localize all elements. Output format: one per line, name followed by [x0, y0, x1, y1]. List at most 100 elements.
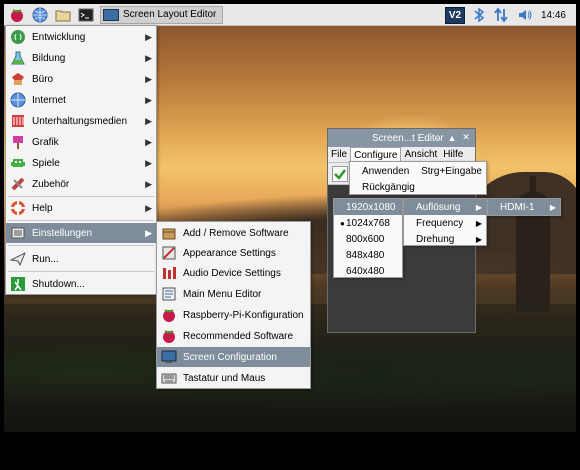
submenu-arrow-icon: ▶	[145, 52, 152, 63]
submenu-label: Drehung	[416, 233, 455, 245]
clock[interactable]: 14:46	[541, 10, 566, 21]
apply-menu-item[interactable]: Anwenden Strg+Eingabe	[350, 163, 486, 179]
resolution-option[interactable]: 848x480	[334, 247, 402, 263]
submenu-label: Frequency	[416, 217, 464, 229]
submenu-arrow-icon: ▶	[475, 234, 482, 244]
raspberry-icon	[163, 309, 175, 322]
volume-icon[interactable]	[517, 7, 533, 23]
minimize-icon[interactable]: –	[432, 131, 444, 144]
menu-item-help[interactable]: Help ▶	[6, 198, 156, 218]
terminal-launcher[interactable]	[76, 6, 96, 24]
close-icon[interactable]: ✕	[460, 131, 472, 144]
menu-item-einstellungen[interactable]: Einstellungen ▶	[6, 223, 156, 243]
resolution-option[interactable]: 800x600	[334, 231, 402, 247]
apply-label: Anwenden	[362, 165, 410, 177]
submenu-label: Auflösung	[416, 201, 461, 213]
pref-item-main-menu-editor[interactable]: Main Menu Editor	[157, 284, 310, 304]
undo-label: Rückgängig	[362, 181, 415, 193]
drehung-menu-item[interactable]: Drehung ▶	[404, 231, 486, 247]
monitor-icon	[161, 350, 177, 363]
window-titlebar[interactable]: Screen...t Editor – ▲ ✕	[328, 129, 475, 147]
pref-item-recommended-software[interactable]: Recommended Software	[157, 326, 310, 346]
pref-item-label: Raspberry-Pi-Konfiguration	[183, 309, 304, 321]
education-icon	[11, 51, 25, 65]
menu-item-unterhaltungsmedien[interactable]: Unterhaltungsmedien ▶	[6, 111, 156, 131]
main-menu: Entwicklung ▶ Bildung ▶ Büro ▶ Internet ▶ Un…	[5, 25, 157, 295]
pref-item-add-remove-software[interactable]: Add / Remove Software	[157, 223, 310, 243]
network-icon[interactable]	[493, 7, 509, 23]
pref-item-label: Main Menu Editor	[183, 288, 262, 300]
file-manager-launcher[interactable]	[53, 6, 73, 24]
menu-item-label: Help	[32, 202, 53, 214]
resolution-option[interactable]: 1920x1080	[334, 199, 402, 215]
resolution-option-selected[interactable]: ● 1024x768	[334, 215, 402, 231]
menu-separator	[8, 271, 154, 272]
taskbar-window-button[interactable]: Screen Layout Editor	[100, 5, 224, 24]
menu-item-label: Shutdown...	[32, 278, 85, 290]
pref-item-label: Tastatur und Maus	[183, 372, 266, 384]
menu-item-label: Spiele	[32, 157, 60, 169]
submenu-arrow-icon: ▶	[145, 94, 152, 105]
menu-file[interactable]: File	[328, 147, 350, 163]
menu-item-label: Internet	[32, 94, 66, 106]
menu-editor-icon	[162, 287, 176, 301]
menu-item-grafik[interactable]: Grafik ▶	[6, 132, 156, 152]
frequency-menu-item[interactable]: Frequency ▶	[404, 215, 486, 231]
screen-layout-icon	[103, 8, 119, 21]
pref-item-audio-device-settings[interactable]: Audio Device Settings	[157, 263, 310, 283]
raspberry-icon	[11, 8, 23, 22]
output-menu: HDMI-1 ▶	[487, 198, 561, 216]
submenu-arrow-icon: ▶	[475, 218, 482, 228]
hdmi-1-menu-item[interactable]: HDMI-1 ▶	[488, 199, 560, 215]
pref-item-screen-configuration[interactable]: Screen Configuration	[157, 347, 310, 367]
pref-item-appearance-settings[interactable]: Appearance Settings	[157, 243, 310, 263]
raspberry-menu-button[interactable]	[7, 6, 27, 24]
browser-launcher[interactable]	[30, 6, 50, 24]
submenu-arrow-icon: ▶	[145, 157, 152, 168]
menu-separator	[8, 245, 154, 246]
menu-item-zubehoer[interactable]: Zubehör ▶	[6, 174, 156, 194]
internet-icon	[10, 92, 26, 108]
resolution-label: 1024x768	[346, 217, 390, 229]
menu-item-entwicklung[interactable]: Entwicklung ▶	[6, 27, 156, 47]
checkmark-icon	[334, 168, 346, 180]
vnc-icon[interactable]: V2	[444, 6, 465, 24]
menu-item-shutdown[interactable]: Shutdown...	[6, 274, 156, 294]
menu-separator	[8, 220, 154, 221]
menu-item-label: Entwicklung	[32, 31, 86, 43]
maximize-icon[interactable]: ▲	[446, 131, 458, 144]
menu-item-label: Büro	[32, 73, 54, 85]
submenu-arrow-icon: ▶	[145, 31, 152, 42]
run-icon	[10, 251, 26, 267]
pref-item-tastatur-und-maus[interactable]: Tastatur und Maus	[157, 368, 310, 388]
preferences-submenu: Add / Remove Software Appearance Setting…	[156, 221, 311, 389]
pref-item-raspberry-pi-konfiguration[interactable]: Raspberry-Pi-Konfiguration	[157, 305, 310, 325]
package-icon	[162, 228, 176, 240]
pref-item-label: Add / Remove Software	[183, 227, 289, 239]
menu-item-buero[interactable]: Büro ▶	[6, 69, 156, 89]
resolution-submenu: 1920x1080 ● 1024x768 800x600 848x480 640…	[333, 198, 403, 278]
menu-item-label: Unterhaltungsmedien	[32, 115, 128, 127]
resolution-label: 848x480	[346, 249, 385, 261]
configure-menu: Anwenden Strg+Eingabe Rückgängig	[349, 161, 487, 195]
output-label: HDMI-1	[500, 201, 535, 213]
submenu-arrow-icon: ▶	[549, 202, 556, 212]
apply-tool-button[interactable]	[332, 165, 348, 182]
resolution-option[interactable]: 640x480	[334, 263, 402, 279]
terminal-icon	[78, 8, 94, 21]
submenu-arrow-icon: ▶	[145, 178, 152, 189]
menu-item-internet[interactable]: Internet ▶	[6, 90, 156, 110]
pref-item-label: Screen Configuration	[183, 351, 277, 363]
aufloesung-menu-item[interactable]: Auflösung ▶	[404, 199, 486, 215]
undo-menu-item[interactable]: Rückgängig	[350, 179, 486, 195]
menu-item-spiele[interactable]: Spiele ▶	[6, 153, 156, 173]
submenu-arrow-icon: ▶	[475, 202, 482, 212]
menu-item-run[interactable]: Run...	[6, 249, 156, 269]
audio-icon	[163, 267, 176, 279]
resolution-label: 800x600	[346, 233, 385, 245]
resolution-label: 1920x1080	[346, 201, 396, 213]
appearance-icon	[162, 246, 176, 260]
bluetooth-icon[interactable]	[473, 7, 485, 23]
menu-item-bildung[interactable]: Bildung ▶	[6, 48, 156, 68]
radio-dot-icon: ●	[340, 218, 345, 228]
